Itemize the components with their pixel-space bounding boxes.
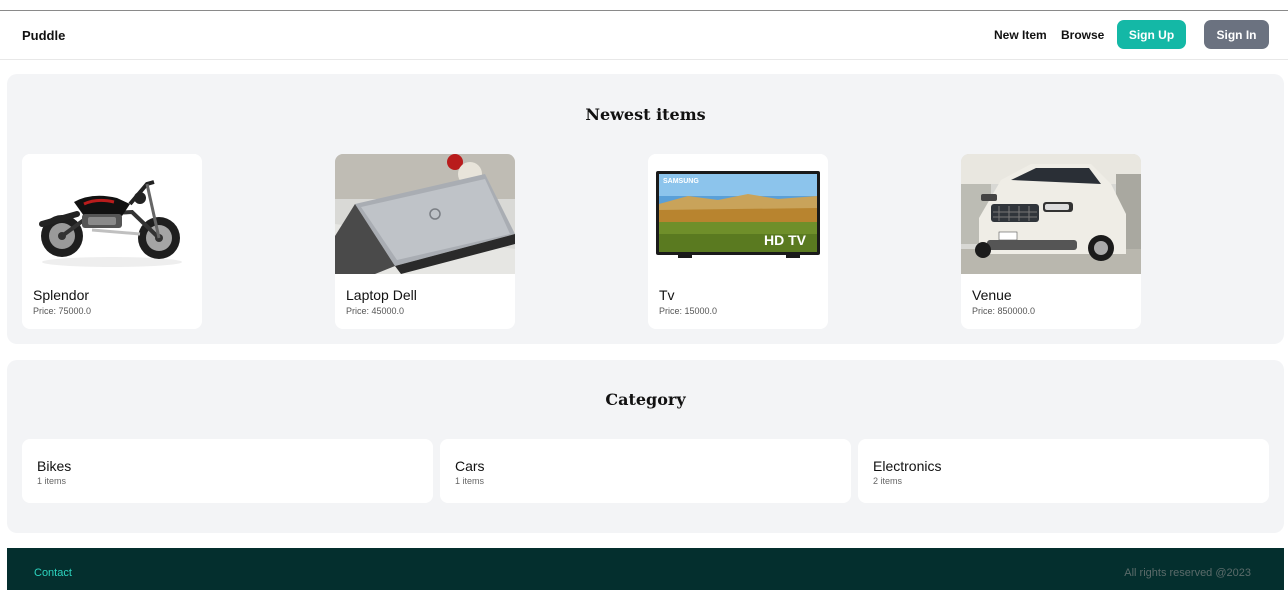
television-image: SAMSUNG HD TV [648, 154, 828, 274]
navbar: Puddle New Item Browse Sign Up Sign In [0, 11, 1288, 60]
sign-in-button[interactable]: Sign In [1204, 20, 1269, 49]
item-card-venue[interactable]: Venue Price: 850000.0 [961, 154, 1141, 329]
item-price: Price: 15000.0 [659, 306, 718, 316]
category-section: Category Bikes 1 items Cars 1 items Elec… [7, 360, 1284, 533]
item-card-tv[interactable]: SAMSUNG HD TV Tv Price: 15000.0 [648, 154, 828, 329]
nav-link-new-item[interactable]: New Item [994, 28, 1047, 42]
section-title: Category [605, 390, 686, 409]
item-name: Tv [659, 287, 675, 303]
category-count: 1 items [455, 476, 485, 486]
footer: Contact All rights reserved @2023 [7, 548, 1284, 590]
item-card-splendor[interactable]: Splendor Price: 75000.0 [22, 154, 202, 329]
category-count: 2 items [873, 476, 903, 486]
item-price: Price: 75000.0 [33, 306, 92, 316]
samsung-logo: SAMSUNG [663, 178, 699, 185]
newest-items-section: Newest items Splendor Price: 75000.0 Lap… [7, 74, 1284, 344]
item-name: Venue [972, 287, 1012, 303]
category-count: 1 items [37, 476, 67, 486]
copyright-text: All rights reserved @2023 [1124, 567, 1251, 579]
category-name: Bikes [37, 458, 72, 474]
item-name: Laptop Dell [346, 287, 417, 303]
motorcycle-image [22, 154, 202, 274]
category-card-bikes[interactable]: Bikes 1 items [22, 439, 433, 503]
suv-car-image [961, 154, 1141, 274]
category-card-electronics[interactable]: Electronics 2 items [858, 439, 1269, 503]
category-card-cars[interactable]: Cars 1 items [440, 439, 851, 503]
brand-logo[interactable]: Puddle [22, 28, 65, 43]
item-name: Splendor [33, 287, 90, 303]
section-title: Newest items [585, 105, 706, 124]
item-card-laptop-dell[interactable]: Laptop Dell Price: 45000.0 [335, 154, 515, 329]
sign-up-button[interactable]: Sign Up [1117, 20, 1186, 49]
item-price: Price: 850000.0 [972, 306, 1036, 316]
nav-link-browse[interactable]: Browse [1061, 28, 1104, 42]
item-price: Price: 45000.0 [346, 306, 405, 316]
hdtv-badge: HD TV [764, 232, 807, 248]
category-name: Cars [455, 458, 485, 474]
contact-link[interactable]: Contact [34, 567, 72, 579]
laptop-image [335, 154, 515, 274]
category-name: Electronics [873, 458, 942, 474]
